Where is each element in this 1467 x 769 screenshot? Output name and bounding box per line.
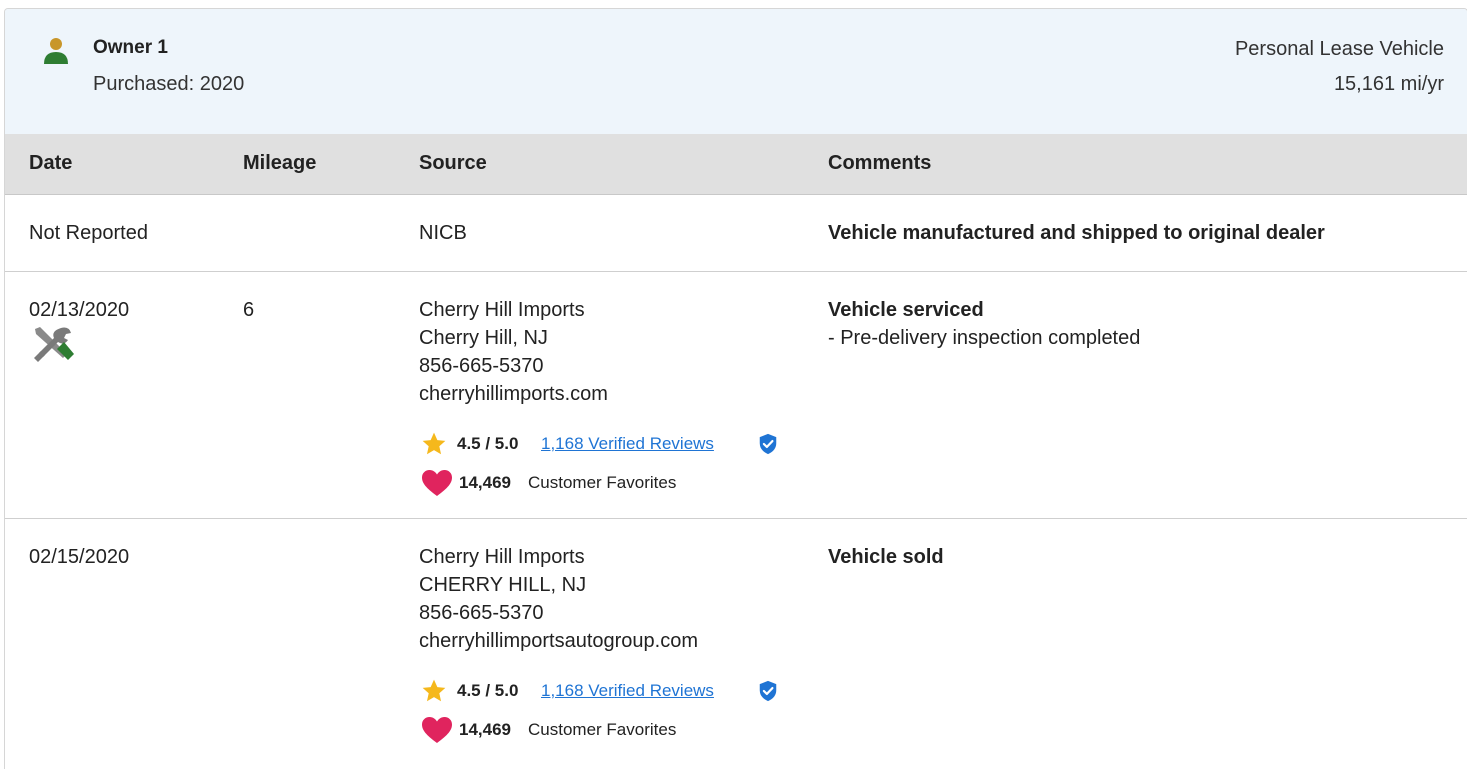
verified-badge-icon	[759, 433, 777, 455]
row-source-name: NICB	[419, 222, 467, 244]
favorites-label: Customer Favorites	[528, 720, 677, 739]
row-source-website: cherryhillimportsautogroup.com	[419, 630, 699, 652]
favorites-count: 14,469	[459, 720, 511, 739]
row-source-location: Cherry Hill, NJ	[419, 327, 548, 349]
row-date: 02/13/2020	[29, 299, 130, 321]
star-icon	[422, 432, 446, 455]
row-source-website: cherryhillimports.com	[419, 383, 608, 405]
row-comment-detail: - Pre-delivery inspection completed	[828, 327, 1141, 349]
vehicle-history-card: Owner 1 Purchased: 2020 Personal Lease V…	[4, 8, 1467, 769]
star-icon	[422, 679, 446, 702]
column-header-date: Date	[29, 152, 73, 174]
column-header-comments: Comments	[828, 152, 932, 174]
service-tools-icon	[34, 327, 74, 362]
row-comment-title: Vehicle sold	[828, 546, 944, 568]
table-row: 02/15/2020 Cherry Hill Imports CHERRY HI…	[5, 519, 1467, 769]
row-date: Not Reported	[29, 222, 148, 244]
favorites-count: 14,469	[459, 473, 511, 492]
person-icon	[44, 38, 68, 64]
row-source-location: CHERRY HILL, NJ	[419, 574, 587, 596]
verified-reviews-link[interactable]: 1,168 Verified Reviews	[541, 434, 714, 454]
verified-reviews-link[interactable]: 1,168 Verified Reviews	[541, 681, 714, 701]
owner-title: Owner 1	[93, 37, 168, 58]
row-source-phone: 856-665-5370	[419, 355, 544, 377]
row-comment-title: Vehicle manufactured and shipped to orig…	[828, 222, 1325, 244]
row-comment-title: Vehicle serviced	[828, 299, 984, 321]
column-header-source: Source	[419, 152, 487, 174]
table-row: 02/13/2020 6 Cherry Hill Imports Cherry …	[5, 272, 1467, 519]
heart-icon	[422, 470, 452, 496]
column-header-mileage: Mileage	[243, 152, 317, 174]
table-header: Date Mileage Source Comments	[5, 134, 1467, 195]
row-source-name: Cherry Hill Imports	[419, 299, 585, 321]
row-date: 02/15/2020	[29, 546, 130, 568]
heart-icon	[422, 717, 452, 743]
miles-per-year: 15,161 mi/yr	[1333, 73, 1444, 95]
row-source-phone: 856-665-5370	[419, 602, 544, 624]
vehicle-use-type: Personal Lease Vehicle	[1234, 38, 1444, 60]
table-row: Not Reported NICB Vehicle manufactured a…	[5, 195, 1467, 272]
rating-score: 4.5 / 5.0	[457, 681, 519, 700]
verified-badge-icon	[759, 680, 777, 702]
owner-purchased: Purchased: 2020	[93, 73, 245, 95]
owner-header: Owner 1 Purchased: 2020 Personal Lease V…	[5, 9, 1467, 135]
rating-score: 4.5 / 5.0	[457, 434, 519, 453]
row-mileage: 6	[243, 299, 255, 321]
favorites-label: Customer Favorites	[528, 473, 677, 492]
row-source-name: Cherry Hill Imports	[419, 546, 585, 568]
